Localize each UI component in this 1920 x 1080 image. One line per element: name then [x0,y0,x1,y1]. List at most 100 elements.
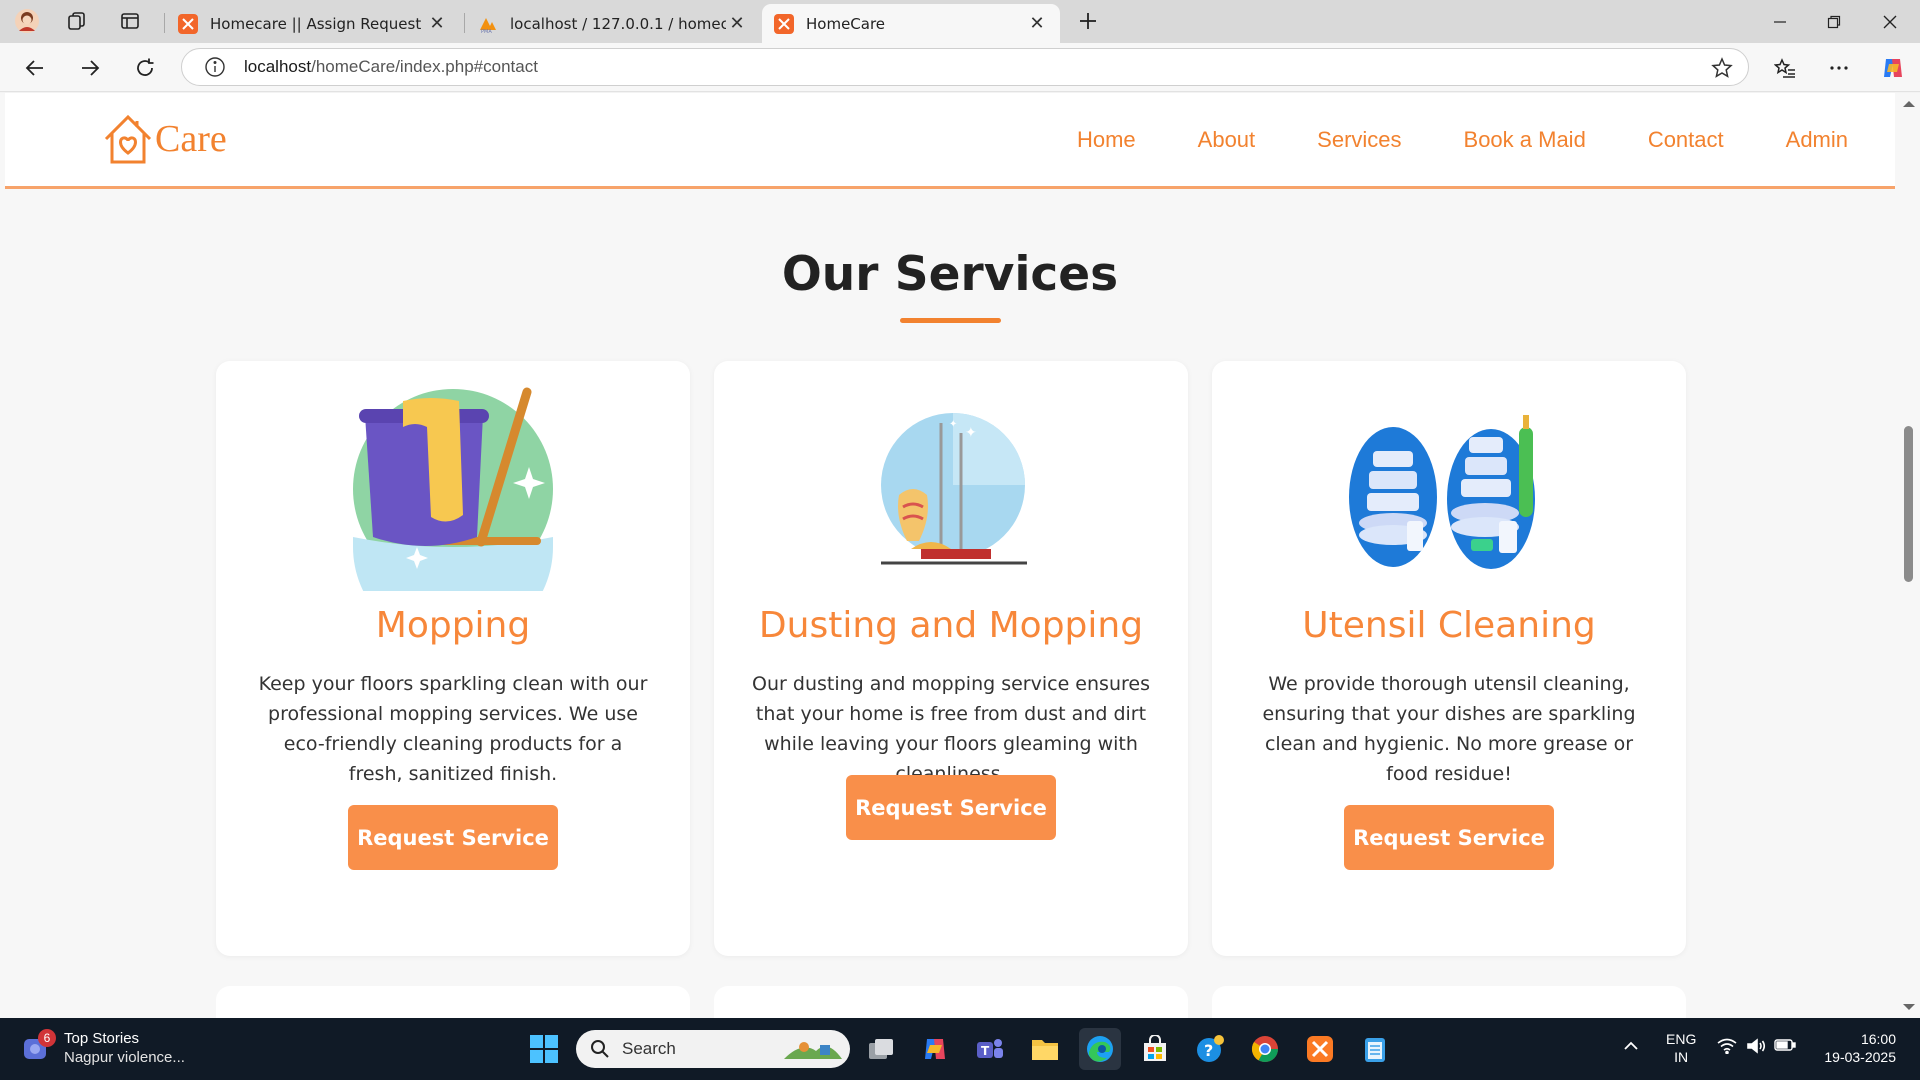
service-title: Dusting and Mopping [758,605,1144,646]
page-scrollbar[interactable] [1898,93,1920,1018]
nav-book-a-maid[interactable]: Book a Maid [1464,127,1586,153]
service-card-partial [714,986,1188,1018]
tab-phpmyadmin[interactable]: PMA localhost / 127.0.0.1 / homecare_db … [466,4,760,43]
svg-text:?: ? [1204,1041,1213,1060]
notepad-icon[interactable] [1354,1028,1396,1070]
request-service-button[interactable]: Request Service [348,805,558,870]
title-underline [900,318,1001,323]
url-text: localhost/homeCare/index.php#contact [244,57,538,76]
request-service-button[interactable]: Request Service [846,775,1056,840]
phpmyadmin-favicon-icon: PMA [478,14,498,34]
close-window-icon[interactable] [1862,0,1918,43]
workspaces-icon[interactable] [60,6,94,36]
service-card-mopping: Mopping Keep your floors sparkling clean… [216,361,690,956]
nav-about[interactable]: About [1198,127,1256,153]
service-card-dusting-mopping: ✦ ✦ Dusting and Mopping Our dusting and … [714,361,1188,956]
house-heart-icon [104,114,152,164]
favorite-star-icon[interactable] [1710,56,1734,80]
tab-title: HomeCare [806,14,886,33]
tab-homecare[interactable]: HomeCare ✕ [762,4,1060,43]
windows-start-icon[interactable] [523,1028,565,1070]
tab-actions-icon[interactable] [113,6,147,36]
language-indicator[interactable]: ENG IN [1666,1030,1696,1066]
clock-time: 16:00 [1860,1031,1896,1047]
microsoft-store-icon[interactable] [1134,1028,1176,1070]
tab-title: localhost / 127.0.0.1 / homecare_db [510,14,726,33]
close-tab-icon[interactable]: ✕ [1026,13,1048,35]
page-viewport: Care Home About Services Book a Maid Con… [0,93,1920,1018]
svg-text:✦: ✦ [965,425,977,441]
search-placeholder: Search [622,1039,676,1058]
service-description: Keep your floors sparkling clean with ou… [258,673,648,785]
restore-icon[interactable] [1806,0,1862,43]
news-headline: Nagpur violence... [64,1049,185,1066]
service-title: Mopping [375,605,531,646]
scroll-down-icon[interactable] [1898,1000,1920,1014]
browser-tab-strip: Homecare || Assign Request ✕ PMA localho… [0,0,1920,43]
news-widget-icon: 6 [22,1029,56,1063]
svg-text:T: T [981,1044,990,1058]
section-title: Our Services [781,247,1119,302]
refresh-icon[interactable] [128,51,162,85]
news-title: Top Stories [64,1030,140,1047]
nav-home[interactable]: Home [1077,127,1136,153]
new-tab-icon[interactable] [1071,6,1105,36]
site-header: Care Home About Services Book a Maid Con… [5,93,1895,189]
windows-taskbar: 6 Top Stories Nagpur violence... Search … [0,1018,1920,1080]
edge-browser-icon[interactable] [1079,1028,1121,1070]
chrome-icon[interactable] [1244,1028,1286,1070]
more-options-icon[interactable] [1822,51,1856,85]
main-nav: Home About Services Book a Maid Contact … [1015,127,1848,153]
mopping-illustration [216,387,690,591]
xampp-favicon-icon [178,13,198,34]
request-service-button[interactable]: Request Service [1344,805,1554,870]
news-widget[interactable]: 6 Top Stories Nagpur violence... [22,1029,185,1067]
service-title: Utensil Cleaning [1302,605,1596,646]
file-explorer-icon[interactable] [1024,1028,1066,1070]
search-icon [591,1040,609,1058]
copilot-taskbar-icon[interactable] [914,1028,956,1070]
forward-arrow-icon[interactable] [73,51,107,85]
battery-icon[interactable] [1774,1038,1796,1056]
taskbar-search[interactable]: Search [576,1030,850,1068]
close-tab-icon[interactable]: ✕ [426,13,448,35]
show-hidden-icons-icon[interactable] [1622,1038,1640,1056]
scroll-thumb[interactable] [1904,426,1913,582]
search-highlight-icon [784,1042,842,1059]
news-badge: 6 [38,1029,56,1047]
nav-services[interactable]: Services [1317,127,1401,153]
help-icon[interactable]: ? [1189,1028,1231,1070]
tab-assign-request[interactable]: Homecare || Assign Request ✕ [166,4,460,43]
teams-icon[interactable]: T [969,1028,1011,1070]
minimize-icon[interactable] [1752,0,1808,43]
scroll-up-icon[interactable] [1898,97,1920,111]
favorites-icon[interactable] [1768,51,1802,85]
service-description: Our dusting and mopping service ensures … [752,673,1150,785]
browser-toolbar: localhost/homeCare/index.php#contact [0,43,1920,92]
utensil-cleaning-illustration [1212,389,1686,589]
clock-date: 19-03-2025 [1824,1049,1896,1065]
volume-icon[interactable] [1746,1038,1766,1058]
svg-text:PMA: PMA [481,29,492,34]
site-info-icon[interactable] [204,56,226,78]
site-logo[interactable]: Care [103,113,227,165]
xampp-favicon-icon [774,13,794,34]
service-description: We provide thorough utensil cleaning, en… [1262,673,1636,785]
service-card-partial [216,986,690,1018]
profile-avatar[interactable] [10,6,44,36]
nav-admin[interactable]: Admin [1786,127,1848,153]
wifi-icon[interactable] [1717,1038,1737,1058]
close-tab-icon[interactable]: ✕ [726,13,748,35]
clock[interactable]: 16:00 19-03-2025 [1818,1030,1896,1066]
svg-text:✦: ✦ [949,419,957,430]
task-view-icon[interactable] [860,1028,902,1070]
back-arrow-icon[interactable] [18,51,52,85]
dusting-mopping-illustration: ✦ ✦ [714,389,1188,589]
copilot-icon[interactable] [1876,51,1910,85]
service-card-utensil-cleaning: Utensil Cleaning We provide thorough ute… [1212,361,1686,956]
tab-title: Homecare || Assign Request [210,14,422,33]
service-card-partial [1212,986,1686,1018]
address-bar[interactable]: localhost/homeCare/index.php#contact [181,48,1749,86]
xampp-icon[interactable] [1299,1028,1341,1070]
nav-contact[interactable]: Contact [1648,127,1724,153]
